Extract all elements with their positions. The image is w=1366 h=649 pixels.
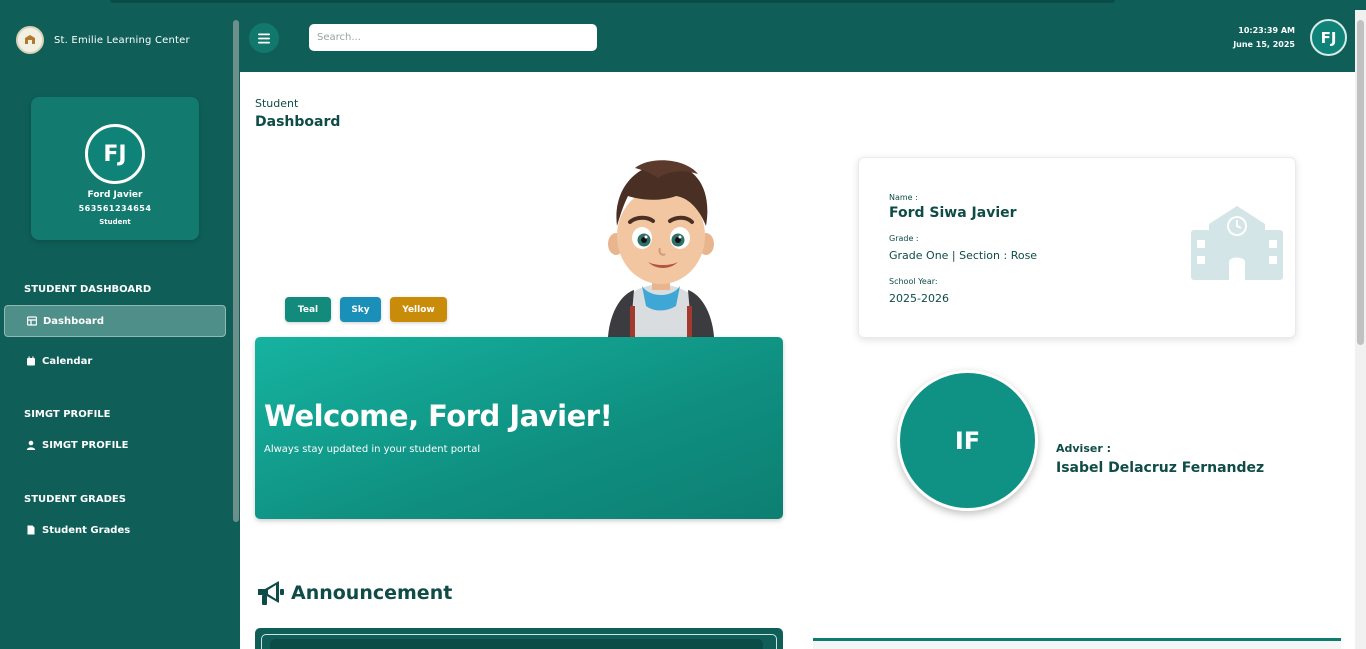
document-icon [26, 525, 36, 535]
sidebar-item-simgt-profile[interactable]: SIMGT PROFILE [4, 429, 226, 461]
sidebar-item-label: Student Grades [42, 524, 131, 536]
adviser-name: Isabel Delacruz Fernandez [1056, 460, 1265, 476]
sidebar-item-calendar[interactable]: Calendar [4, 345, 226, 377]
student-mascot-illustration [608, 160, 714, 337]
clock: 10:23:39 AM June 15, 2025 [1233, 24, 1295, 52]
calendar-icon [26, 356, 36, 366]
profile-role: Student [99, 218, 131, 226]
school-logo-icon [16, 26, 44, 54]
section-student-grades: STUDENT GRADES [24, 494, 126, 505]
announcement-title: Announcement [291, 582, 453, 604]
clock-time: 10:23:39 AM [1238, 26, 1295, 35]
school-year-label: School Year: [889, 277, 938, 286]
top-progress-bar [110, 0, 1115, 3]
school-building-icon [1191, 206, 1283, 280]
adviser-label: Adviser : [1056, 442, 1111, 455]
name-label: Name : [889, 193, 918, 202]
user-icon [26, 440, 36, 450]
sidebar-item-label: Calendar [42, 355, 93, 367]
megaphone-icon [258, 581, 284, 605]
brand[interactable]: St. Emilie Learning Center [16, 26, 190, 54]
sidebar-item-dashboard[interactable]: Dashboard [4, 305, 226, 337]
sidebar-scrollbar[interactable] [232, 10, 240, 649]
main-scrollbar-thumb[interactable] [1357, 20, 1364, 345]
main-scrollbar[interactable] [1355, 10, 1366, 649]
grade-value: Grade One | Section : Rose [889, 249, 1038, 262]
hamburger-icon [258, 33, 270, 43]
student-info-card: Name : Ford Siwa Javier Grade : Grade On… [858, 157, 1296, 338]
section-student-dashboard: STUDENT DASHBOARD [24, 284, 152, 295]
grade-label: Grade : [889, 234, 919, 243]
theme-sky-button[interactable]: Sky [340, 297, 381, 322]
sidebar-item-label: Dashboard [43, 315, 104, 327]
sidebar-item-student-grades[interactable]: Student Grades [4, 514, 226, 546]
profile-card: FJ Ford Javier 563561234654 Student [31, 97, 199, 240]
welcome-banner: Welcome, Ford Javier! Always stay update… [255, 337, 783, 519]
dashboard-icon [27, 316, 37, 326]
adviser-avatar: IF [897, 370, 1038, 511]
clock-date: June 15, 2025 [1233, 40, 1295, 49]
sidebar-item-label: SIMGT PROFILE [42, 439, 129, 451]
section-simgt-profile: SIMGT PROFILE [24, 409, 111, 420]
brand-name: St. Emilie Learning Center [54, 34, 190, 46]
page-title: Dashboard [255, 114, 341, 130]
profile-name: Ford Javier [87, 190, 143, 200]
profile-id: 563561234654 [78, 204, 152, 213]
breadcrumb-small: Student [255, 97, 299, 110]
user-avatar-button[interactable]: FJ [1310, 19, 1347, 56]
sidebar: St. Emilie Learning Center FJ Ford Javie… [0, 10, 232, 649]
announcement-header: Announcement [255, 578, 452, 608]
profile-avatar: FJ [85, 124, 145, 184]
top-header: 10:23:39 AM June 15, 2025 FJ [240, 10, 1355, 72]
theme-teal-button[interactable]: Teal [285, 297, 331, 322]
announcement-panel [255, 628, 783, 649]
side-panel [813, 638, 1341, 649]
search-input[interactable] [309, 24, 597, 51]
school-year-value: 2025-2026 [889, 292, 949, 305]
sidebar-scrollbar-thumb[interactable] [233, 20, 239, 522]
announcement-panel-header [270, 639, 763, 649]
menu-toggle-button[interactable] [249, 23, 279, 53]
top-strip [0, 0, 1366, 10]
welcome-subtitle: Always stay updated in your student port… [264, 444, 481, 455]
student-full-name: Ford Siwa Javier [889, 205, 1017, 221]
theme-yellow-button[interactable]: Yellow [390, 297, 447, 322]
welcome-title: Welcome, Ford Javier! [264, 399, 613, 433]
